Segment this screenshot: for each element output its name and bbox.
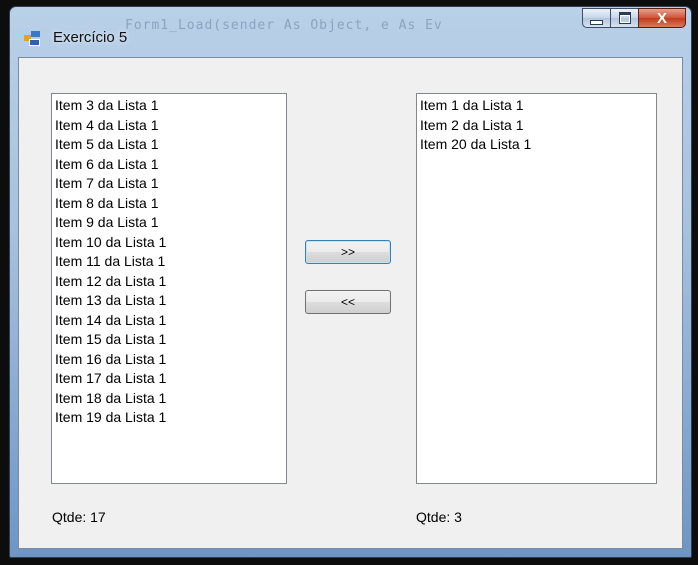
maximize-button[interactable] <box>610 8 638 28</box>
list-item[interactable]: Item 9 da Lista 1 <box>55 213 286 233</box>
list-item[interactable]: Item 6 da Lista 1 <box>55 155 286 175</box>
list-item[interactable]: Item 8 da Lista 1 <box>55 194 286 214</box>
right-count-label: Qtde: 3 <box>416 509 462 525</box>
window-title: Exercício 5 <box>53 29 128 46</box>
move-left-button[interactable]: << <box>305 290 391 314</box>
list-item[interactable]: Item 2 da Lista 1 <box>420 116 656 136</box>
title-bar[interactable]: Form1_Load(sender As Object, e As Ev Exe… <box>10 7 691 57</box>
list-item[interactable]: Item 12 da Lista 1 <box>55 272 286 292</box>
list-item[interactable]: Item 13 da Lista 1 <box>55 291 286 311</box>
list-item[interactable]: Item 3 da Lista 1 <box>55 96 286 116</box>
list-item[interactable]: Item 15 da Lista 1 <box>55 330 286 350</box>
left-count-label: Qtde: 17 <box>52 509 106 525</box>
background-code-text: Form1_Load(sender As Object, e As Ev <box>125 18 443 33</box>
list-item[interactable]: Item 17 da Lista 1 <box>55 369 286 389</box>
main-window: Form1_Load(sender As Object, e As Ev Exe… <box>9 6 692 558</box>
list-item[interactable]: Item 18 da Lista 1 <box>55 389 286 409</box>
list-item[interactable]: Item 7 da Lista 1 <box>55 174 286 194</box>
close-button[interactable]: X <box>638 8 686 28</box>
form-client-area: Item 3 da Lista 1 Item 4 da Lista 1 Item 5… <box>18 57 683 549</box>
minimize-button[interactable] <box>582 8 610 28</box>
close-icon: X <box>656 9 667 27</box>
list-item[interactable]: Item 19 da Lista 1 <box>55 408 286 428</box>
list-item[interactable]: Item 5 da Lista 1 <box>55 135 286 155</box>
list-item[interactable]: Item 11 da Lista 1 <box>55 252 286 272</box>
minimize-icon <box>590 19 603 25</box>
list-item[interactable]: Item 16 da Lista 1 <box>55 350 286 370</box>
list-item[interactable]: Item 1 da Lista 1 <box>420 96 656 116</box>
maximize-icon <box>618 12 631 24</box>
right-listbox[interactable]: Item 1 da Lista 1 Item 2 da Lista 1 Item 2… <box>416 93 657 484</box>
move-right-button[interactable]: >> <box>305 240 391 264</box>
left-listbox[interactable]: Item 3 da Lista 1 Item 4 da Lista 1 Item 5… <box>51 93 287 484</box>
list-item[interactable]: Item 4 da Lista 1 <box>55 116 286 136</box>
list-item[interactable]: Item 14 da Lista 1 <box>55 311 286 331</box>
caption-buttons: X <box>582 8 686 28</box>
list-item[interactable]: Item 10 da Lista 1 <box>55 233 286 253</box>
form-icon <box>24 31 42 47</box>
list-item[interactable]: Item 20 da Lista 1 <box>420 135 656 155</box>
